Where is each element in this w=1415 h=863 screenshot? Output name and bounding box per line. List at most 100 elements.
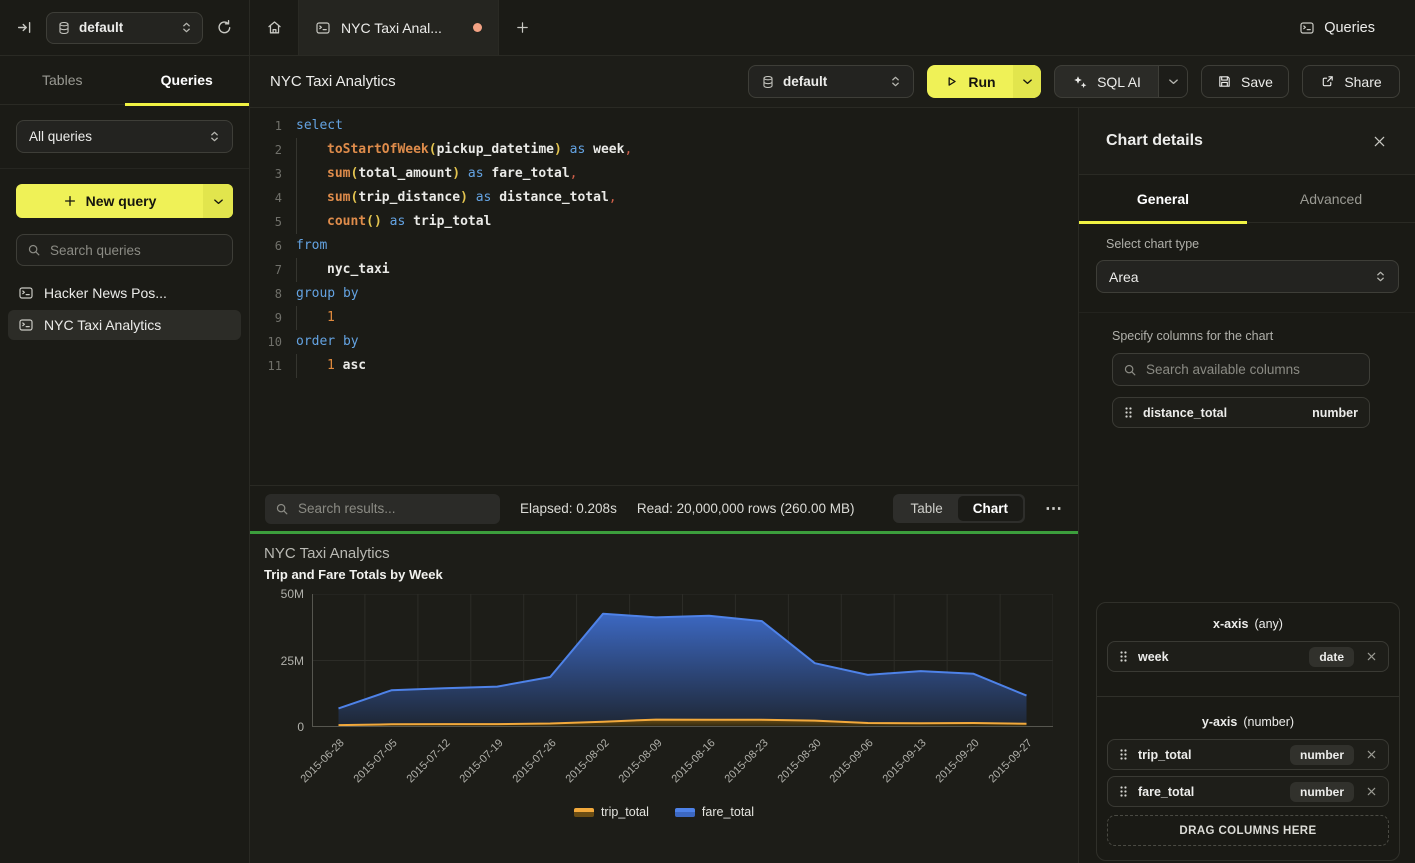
elapsed-stat: Elapsed: 0.208s [520, 501, 617, 516]
database-selector-value: default [79, 20, 123, 35]
legend-item-trip_total[interactable]: trip_total [574, 805, 649, 819]
more-options-icon[interactable]: ⋯ [1045, 504, 1063, 514]
code-line[interactable]: 7nyc_taxi [250, 258, 1078, 282]
code-line[interactable]: 4sum(trip_distance) as distance_total, [250, 186, 1078, 210]
home-button[interactable] [250, 0, 299, 55]
queries-icon [1299, 20, 1315, 36]
new-tab-button[interactable] [499, 0, 545, 55]
legend-label: trip_total [601, 805, 649, 819]
drag-handle-icon[interactable] [1124, 406, 1133, 419]
search-icon [275, 502, 289, 516]
tab-general[interactable]: General [1079, 175, 1247, 222]
code-line[interactable]: 8group by [250, 282, 1078, 306]
new-query-dropdown[interactable] [203, 184, 233, 218]
columns-search-input[interactable]: Search available columns [1112, 353, 1370, 386]
chevrons-updown-icon [890, 75, 901, 88]
column-chip[interactable]: trip_totalnumber [1107, 739, 1389, 770]
query-search-placeholder: Search queries [50, 243, 141, 258]
drag-handle-icon[interactable] [1119, 748, 1128, 761]
x-axis-columns: weekdate [1107, 641, 1389, 672]
code-text: 1 asc [296, 354, 366, 378]
code-line[interactable]: 91 [250, 306, 1078, 330]
drag-handle-icon[interactable] [1119, 650, 1128, 663]
code-line[interactable]: 5count() as trip_total [250, 210, 1078, 234]
drop-zone[interactable]: DRAG COLUMNS HERE [1107, 815, 1389, 846]
database-selector[interactable]: default [46, 12, 203, 44]
new-query-label: New query [86, 193, 157, 209]
collapse-sidebar-icon[interactable] [16, 19, 33, 36]
query-list-item[interactable]: Hacker News Pos... [8, 278, 241, 308]
chevrons-updown-icon [1375, 270, 1386, 283]
column-chip[interactable]: weekdate [1107, 641, 1389, 672]
chart-type-value: Area [1109, 269, 1139, 285]
code-line[interactable]: 111 asc [250, 354, 1078, 378]
y-axis-hint: (number) [1243, 715, 1294, 729]
run-dropdown[interactable] [1013, 65, 1041, 98]
share-button[interactable]: Share [1302, 65, 1400, 98]
sidebar-tab-tables[interactable]: Tables [0, 56, 125, 104]
queries-button[interactable]: Queries [1299, 0, 1375, 55]
y-axis-header: y-axis (number) [1107, 713, 1389, 739]
chart-details-header: Chart details [1079, 108, 1415, 175]
code-line[interactable]: 3sum(total_amount) as fare_total, [250, 162, 1078, 186]
view-toggle-table[interactable]: Table [895, 496, 957, 521]
code-text: toStartOfWeek(pickup_datetime) as week, [296, 138, 632, 162]
chart-details-tabs: General Advanced [1079, 175, 1415, 223]
sidebar-content: All queries New query Search qu [0, 105, 249, 340]
run-button[interactable]: Run [927, 65, 1041, 98]
tab-advanced[interactable]: Advanced [1247, 175, 1415, 222]
y-axis-tick: 0 [256, 720, 304, 734]
close-icon[interactable] [1372, 134, 1387, 149]
code-line[interactable]: 10order by [250, 330, 1078, 354]
plus-icon [515, 20, 530, 35]
y-axis-tick: 25M [256, 654, 304, 668]
sql-ai-button[interactable]: SQL AI [1054, 65, 1188, 98]
code-line[interactable]: 2toStartOfWeek(pickup_datetime) as week, [250, 138, 1078, 162]
search-icon [1123, 363, 1137, 377]
sql-console-app: default NYC Taxi Anal... [0, 0, 1415, 863]
query-icon [18, 285, 34, 301]
run-database-selector[interactable]: default [748, 65, 914, 98]
line-number: 8 [250, 282, 282, 306]
query-tab-icon [315, 20, 331, 36]
code-line[interactable]: 6from [250, 234, 1078, 258]
tab-nyc-taxi-analytics[interactable]: NYC Taxi Anal... [299, 0, 499, 55]
column-chip[interactable]: fare_totalnumber [1107, 776, 1389, 807]
legend-item-fare_total[interactable]: fare_total [675, 805, 754, 819]
query-title: NYC Taxi Analytics [270, 73, 396, 90]
remove-column-icon[interactable] [1366, 786, 1377, 797]
new-query-button[interactable]: New query [16, 184, 233, 218]
sql-editor[interactable]: 1select2toStartOfWeek(pickup_datetime) a… [250, 108, 1078, 485]
chart-type-label: Select chart type [1106, 237, 1199, 251]
chart-details-title: Chart details [1106, 132, 1203, 150]
code-text: order by [296, 330, 359, 354]
chevron-down-icon [1168, 76, 1179, 87]
refresh-icon[interactable] [216, 19, 233, 36]
columns-search-placeholder: Search available columns [1146, 362, 1300, 377]
database-icon [57, 21, 71, 35]
code-line[interactable]: 1select [250, 114, 1078, 138]
sidebar-tabs: Tables Queries [0, 56, 249, 105]
queries-button-label: Queries [1324, 20, 1375, 36]
view-toggle-chart[interactable]: Chart [958, 496, 1023, 521]
sidebar: Tables Queries All queries New query [0, 56, 250, 863]
column-chip[interactable]: distance_totalnumber [1112, 397, 1370, 428]
results-search-input[interactable]: Search results... [265, 494, 500, 524]
query-search-input[interactable]: Search queries [16, 234, 233, 266]
query-list-item[interactable]: NYC Taxi Analytics [8, 310, 241, 340]
remove-column-icon[interactable] [1366, 651, 1377, 662]
chart-title: NYC Taxi Analytics [264, 545, 390, 562]
remove-column-icon[interactable] [1366, 749, 1377, 760]
column-type-badge: number [1290, 782, 1354, 802]
code-text: sum(total_amount) as fare_total, [296, 162, 577, 186]
sql-ai-dropdown[interactable] [1158, 66, 1187, 97]
code-text: select [296, 114, 343, 138]
share-label: Share [1344, 74, 1381, 90]
chart-type-selector[interactable]: Area [1096, 260, 1399, 293]
save-button[interactable]: Save [1201, 65, 1289, 98]
drag-handle-icon[interactable] [1119, 785, 1128, 798]
run-database-value: default [783, 74, 827, 89]
sidebar-tab-queries[interactable]: Queries [125, 56, 250, 104]
x-axis-section: x-axis (any) weekdate [1097, 603, 1399, 697]
query-filter-selector[interactable]: All queries [16, 120, 233, 153]
